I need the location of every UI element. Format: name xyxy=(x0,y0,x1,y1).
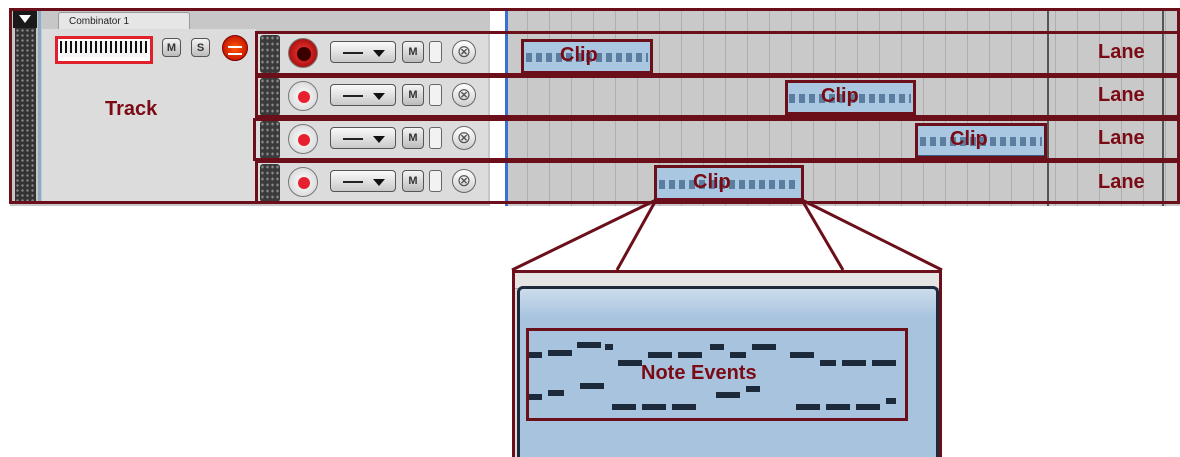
note-events-label: Note Events xyxy=(641,362,757,384)
zoom-line xyxy=(511,198,657,272)
